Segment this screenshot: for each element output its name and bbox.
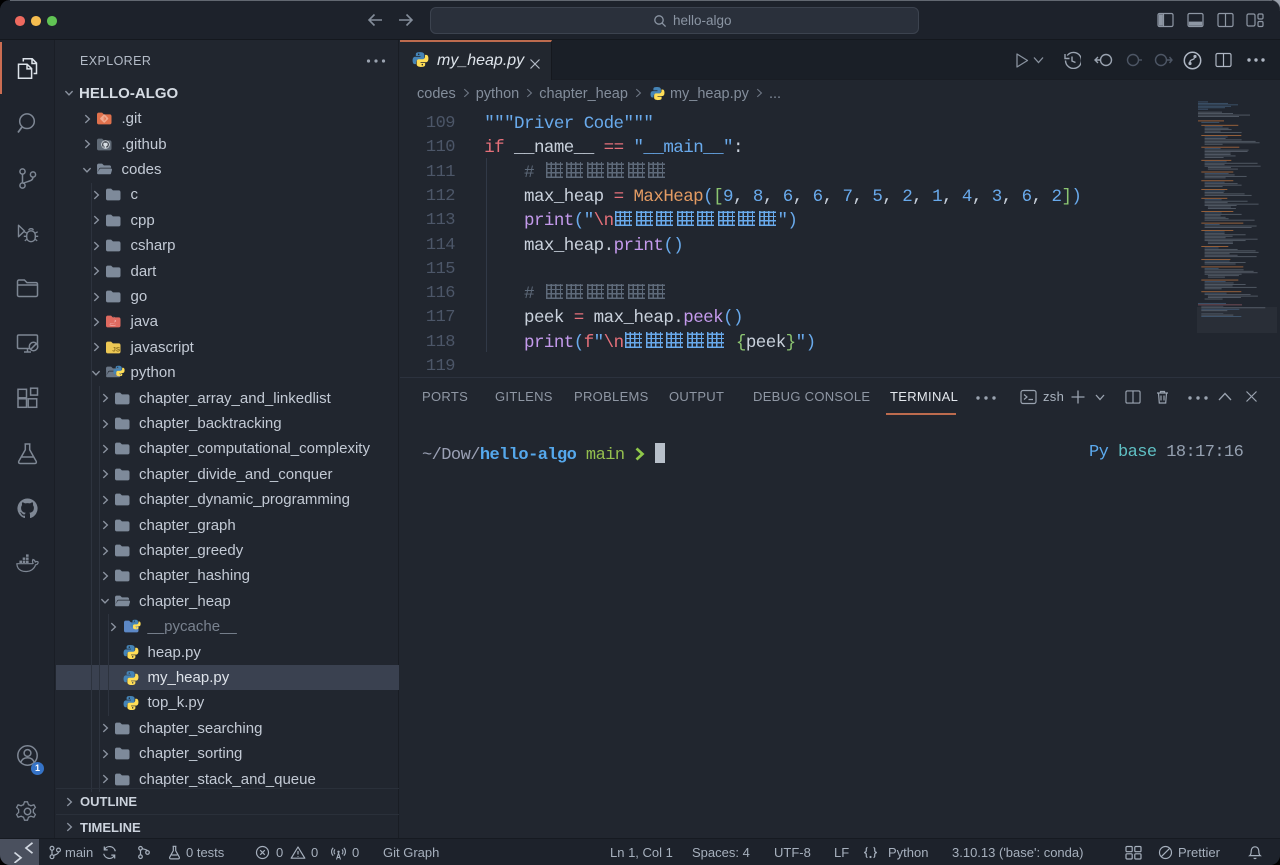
svg-text:JS: JS	[112, 346, 121, 353]
